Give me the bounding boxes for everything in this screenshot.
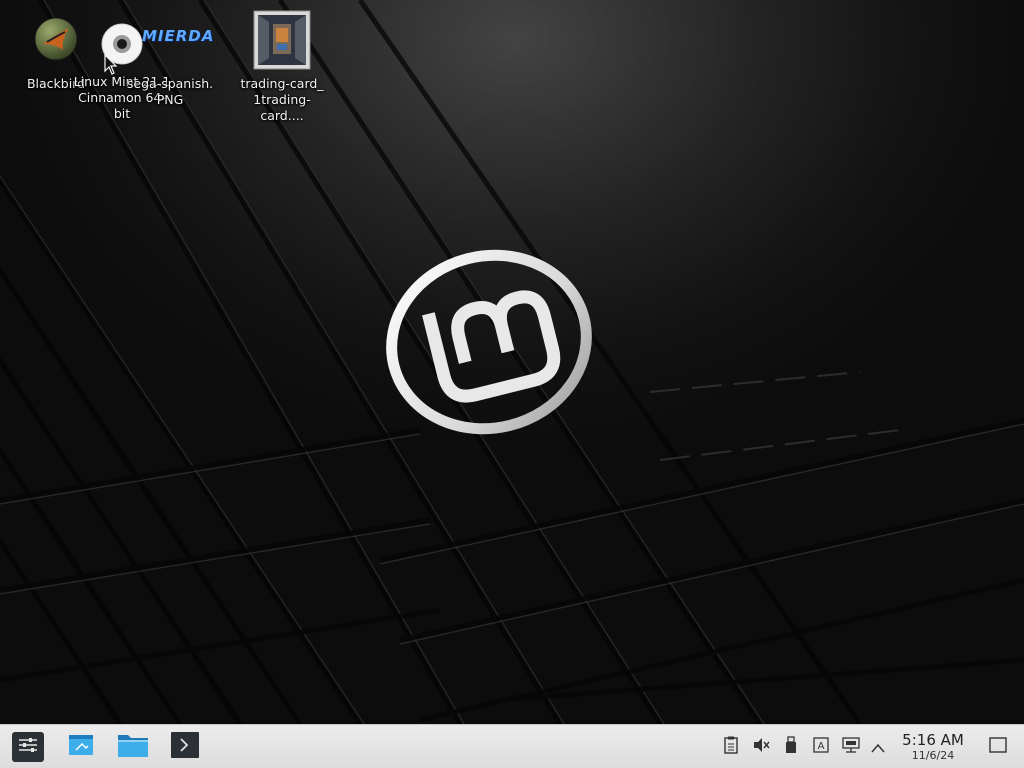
terminal-launcher[interactable] bbox=[168, 731, 202, 763]
mouse-cursor-icon bbox=[104, 54, 118, 75]
keyboard-layout-tray[interactable]: A bbox=[811, 737, 831, 757]
show-desktop-launcher[interactable] bbox=[64, 731, 98, 763]
menu-button[interactable] bbox=[12, 732, 44, 762]
clipboard-icon bbox=[723, 736, 739, 758]
network-tray[interactable] bbox=[841, 737, 861, 757]
show-desktop-button[interactable] bbox=[988, 737, 1008, 757]
chevron-up-icon bbox=[871, 738, 885, 757]
usb-drive-icon bbox=[784, 736, 798, 758]
desktop-icon-label: sega-spanish. PNG bbox=[126, 76, 214, 107]
show-desktop-icon bbox=[989, 737, 1007, 757]
menu-sliders-icon bbox=[17, 736, 39, 758]
image-file-icon: MIERDA bbox=[142, 27, 215, 50]
folder-icon bbox=[117, 731, 149, 763]
clipboard-tray[interactable] bbox=[721, 736, 741, 758]
desktop-icon bbox=[67, 732, 95, 762]
tray-expand-button[interactable] bbox=[868, 737, 888, 757]
desktop-icon-trading-card[interactable]: trading-card_ 1trading-card.... bbox=[232, 10, 332, 124]
photo-frame-icon bbox=[253, 10, 311, 70]
terminal-icon bbox=[170, 731, 200, 763]
removable-drive-tray[interactable] bbox=[781, 736, 801, 758]
keyboard-a-icon: A bbox=[813, 737, 829, 757]
thumbnail-text: MIERDA bbox=[142, 27, 215, 45]
desktop-icon-sega-spanish-png[interactable]: MIERDA sega-spanish. PNG bbox=[120, 28, 220, 108]
speaker-muted-icon bbox=[752, 736, 770, 758]
clock-date: 11/6/24 bbox=[911, 749, 955, 762]
file-manager-launcher[interactable] bbox=[116, 731, 150, 763]
clock[interactable]: 5:16 AM 11/6/24 bbox=[896, 731, 970, 763]
network-wired-icon bbox=[842, 736, 860, 758]
svg-text:A: A bbox=[818, 741, 825, 752]
desktop-icon-label: trading-card_ 1trading-card.... bbox=[240, 76, 324, 123]
volume-tray[interactable] bbox=[751, 737, 771, 757]
clock-time: 5:16 AM bbox=[902, 731, 964, 749]
desktop[interactable]: Blackbird Linux Mint 21.1 Cinnamon 64-bi… bbox=[0, 0, 1024, 724]
taskbar: A 5:16 AM 11/6/24 bbox=[0, 724, 1024, 768]
